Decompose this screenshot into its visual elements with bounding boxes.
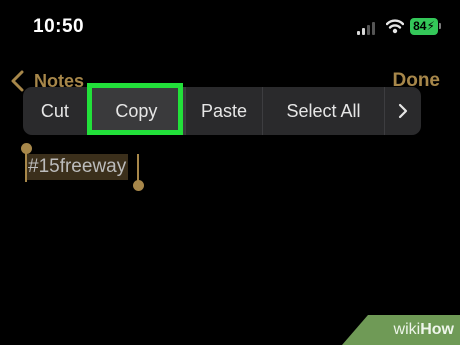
selected-text[interactable]: #15freeway bbox=[26, 154, 129, 180]
watermark-wiki: wiki bbox=[393, 321, 421, 338]
more-menu-button[interactable] bbox=[385, 87, 421, 135]
cellular-signal-icon bbox=[357, 21, 379, 35]
status-time: 10:50 bbox=[33, 16, 85, 37]
selection-start-bar bbox=[25, 152, 27, 182]
copy-menu-item[interactable]: Copy bbox=[87, 87, 187, 135]
chevron-right-icon bbox=[398, 103, 408, 119]
charging-bolt-icon: ⚡ bbox=[426, 19, 435, 33]
paste-menu-item[interactable]: Paste bbox=[186, 87, 263, 135]
battery-cap bbox=[439, 23, 441, 29]
cut-menu-item[interactable]: Cut bbox=[23, 87, 88, 135]
selection-end-dot bbox=[133, 180, 144, 191]
battery-level: 84 bbox=[413, 19, 427, 33]
watermark-how: How bbox=[420, 321, 454, 338]
watermark-logo: wikiHow bbox=[394, 321, 454, 339]
edit-menu: Cut Copy Paste Select All bbox=[23, 87, 421, 135]
wifi-icon bbox=[386, 19, 404, 34]
select-all-menu-item[interactable]: Select All bbox=[263, 87, 386, 135]
battery-indicator: 84⚡ bbox=[410, 18, 438, 35]
